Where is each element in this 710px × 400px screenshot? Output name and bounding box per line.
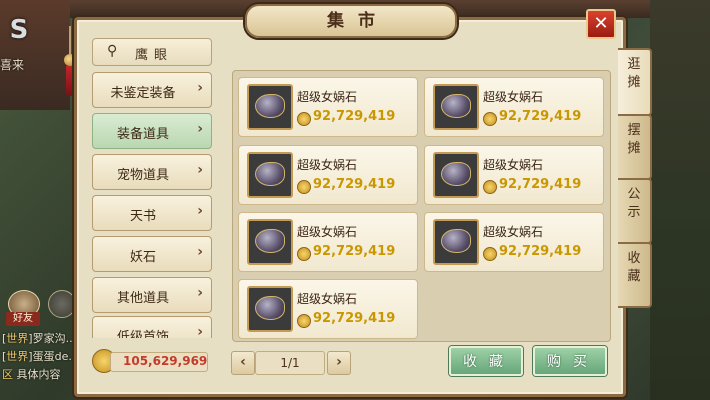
item-card[interactable]: 超级女娲石 92,729,419 bbox=[424, 77, 604, 137]
category-other-items[interactable]: 其他道具 › bbox=[92, 277, 212, 313]
category-label: 未鉴定装备 bbox=[110, 86, 176, 101]
tab-char: 示 bbox=[627, 205, 641, 220]
item-price: 92,729,419 bbox=[313, 109, 396, 124]
tab-char: 藏 bbox=[627, 269, 641, 284]
coin-icon bbox=[297, 180, 311, 194]
item-card[interactable]: 超级女娲石 92,729,419 bbox=[238, 145, 418, 205]
hawk-eye-search-button[interactable]: ⚲ 鹰眼 bbox=[92, 38, 212, 66]
nuwa-stone-icon bbox=[255, 296, 285, 320]
tab-char: 摆 bbox=[627, 123, 641, 138]
item-slot bbox=[247, 152, 293, 198]
tab-announcement[interactable]: 公 示 bbox=[618, 178, 652, 244]
category-label: 其他道具 bbox=[116, 291, 169, 306]
coin-icon bbox=[483, 180, 497, 194]
category-label: 妖石 bbox=[129, 250, 156, 265]
collect-button[interactable]: 收藏 bbox=[449, 346, 523, 376]
chat-line: [世界]罗家沟... bbox=[2, 332, 77, 345]
category-label: 宠物道具 bbox=[116, 168, 169, 183]
item-card[interactable]: 超级女娲石 92,729,419 bbox=[238, 77, 418, 137]
category-label: 天书 bbox=[129, 209, 156, 224]
friend-button[interactable]: 好友 bbox=[4, 290, 40, 326]
chevron-right-icon: › bbox=[197, 203, 203, 219]
money-amount: 105,629,969 bbox=[123, 354, 208, 368]
category-heavenly-book[interactable]: 天书 › bbox=[92, 195, 212, 231]
item-slot bbox=[433, 84, 479, 130]
nuwa-stone-icon bbox=[441, 94, 471, 118]
item-name: 超级女娲石 bbox=[297, 292, 358, 306]
chevron-right-icon: › bbox=[197, 162, 203, 178]
item-price: 92,729,419 bbox=[499, 109, 582, 124]
background-bamboo bbox=[650, 0, 710, 400]
item-price: 92,729,419 bbox=[313, 311, 396, 326]
chevron-right-icon: › bbox=[197, 285, 203, 301]
buy-button[interactable]: 购买 bbox=[533, 346, 607, 376]
next-page-button[interactable]: › bbox=[327, 351, 351, 375]
chevron-right-icon: › bbox=[197, 80, 203, 96]
category-unidentified-equipment[interactable]: 未鉴定装备 › bbox=[92, 72, 212, 108]
coin-icon bbox=[483, 247, 497, 261]
chevron-right-icon: › bbox=[197, 324, 203, 338]
nuwa-stone-icon bbox=[441, 229, 471, 253]
nuwa-stone-icon bbox=[441, 162, 471, 186]
category-pet-items[interactable]: 宠物道具 › bbox=[92, 154, 212, 190]
item-name: 超级女娲石 bbox=[297, 225, 358, 239]
prev-page-button[interactable]: ‹ bbox=[231, 351, 255, 375]
item-slot bbox=[247, 219, 293, 265]
game-logo-icon: S bbox=[9, 15, 29, 45]
tab-char: 收 bbox=[627, 251, 641, 266]
search-icon: ⚲ bbox=[107, 43, 118, 59]
coin-icon bbox=[483, 112, 497, 126]
category-label: 装备道具 bbox=[116, 127, 169, 142]
item-price: 92,729,419 bbox=[499, 177, 582, 192]
item-slot bbox=[247, 286, 293, 332]
tab-char: 公 bbox=[627, 187, 641, 202]
nuwa-stone-icon bbox=[255, 229, 285, 253]
coin-icon bbox=[297, 314, 311, 328]
nuwa-stone-icon bbox=[255, 94, 285, 118]
item-slot bbox=[433, 219, 479, 265]
search-label: 鹰眼 bbox=[135, 48, 174, 63]
category-low-level-jewelry[interactable]: 低级首饰 › bbox=[92, 316, 212, 338]
item-name: 超级女娲石 bbox=[483, 158, 544, 172]
chat-bubble-icon[interactable] bbox=[48, 290, 76, 318]
page-title: 集市 bbox=[327, 11, 389, 31]
item-name: 超级女娲石 bbox=[483, 225, 544, 239]
nuwa-stone-icon bbox=[255, 162, 285, 186]
chevron-right-icon: › bbox=[197, 121, 203, 137]
item-price: 92,729,419 bbox=[499, 244, 582, 259]
title-plate: 集市 bbox=[245, 4, 457, 38]
tab-char: 摊 bbox=[627, 141, 641, 156]
category-demon-stone[interactable]: 妖石 › bbox=[92, 236, 212, 272]
friend-label: 好友 bbox=[6, 312, 40, 326]
money-display: 105,629,969 bbox=[110, 352, 208, 372]
chat-line: [世界]蛋蛋de... bbox=[2, 350, 79, 363]
category-equipment-items[interactable]: 装备道具 › bbox=[92, 113, 212, 149]
item-card[interactable]: 超级女娲石 92,729,419 bbox=[424, 212, 604, 272]
item-card[interactable]: 超级女娲石 92,729,419 bbox=[238, 212, 418, 272]
category-label: 低级首饰 bbox=[116, 330, 169, 338]
chat-line: 区 具体内容 bbox=[2, 368, 61, 381]
tab-char: 摊 bbox=[627, 75, 641, 90]
item-card[interactable]: 超级女娲石 92,729,419 bbox=[424, 145, 604, 205]
item-name: 超级女娲石 bbox=[297, 90, 358, 104]
item-name: 超级女娲石 bbox=[483, 90, 544, 104]
hud-left-text: 喜来 bbox=[0, 58, 25, 72]
item-slot bbox=[247, 84, 293, 130]
item-slot bbox=[433, 152, 479, 198]
close-button[interactable]: ✕ bbox=[586, 9, 616, 39]
chevron-right-icon: › bbox=[197, 244, 203, 260]
item-price: 92,729,419 bbox=[313, 244, 396, 259]
tab-favorites[interactable]: 收 藏 bbox=[618, 242, 652, 308]
coin-icon bbox=[297, 247, 311, 261]
tab-set-up-stall[interactable]: 摆 摊 bbox=[618, 114, 652, 180]
coin-icon bbox=[297, 112, 311, 126]
page-indicator: 1/1 bbox=[255, 351, 325, 375]
tab-browse-stalls[interactable]: 逛 摊 bbox=[618, 48, 652, 116]
item-card[interactable]: 超级女娲石 92,729,419 bbox=[238, 279, 418, 339]
tab-char: 逛 bbox=[627, 57, 641, 72]
category-list-clip: 低级首饰 › bbox=[88, 312, 214, 338]
item-name: 超级女娲石 bbox=[297, 158, 358, 172]
item-price: 92,729,419 bbox=[313, 177, 396, 192]
